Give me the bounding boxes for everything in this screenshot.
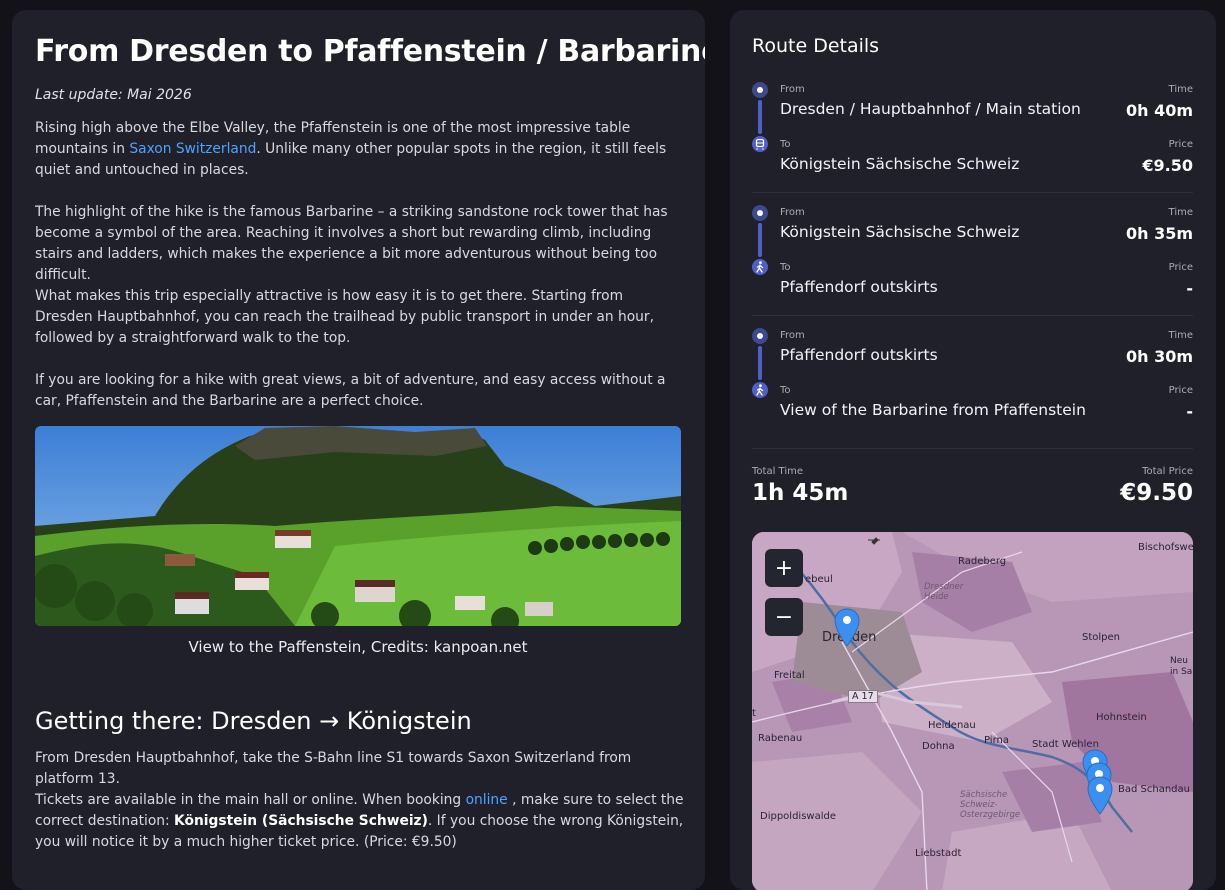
total-price: €9.50 — [1120, 480, 1193, 506]
divider — [752, 192, 1193, 193]
route-leg-3: From Time Pfaffendorf outskirts 0h 30m T… — [752, 326, 1193, 449]
leg-time: 0h 35m — [1125, 224, 1193, 243]
to-label: To — [780, 139, 791, 150]
leg-from: Dresden / Hauptbahnhof / Main station — [780, 100, 1081, 118]
directions-paragraph: From Dresden Hauptbahnhof, take the S-Ba… — [35, 750, 632, 787]
route-line — [758, 100, 762, 134]
destination-marker-icon[interactable] — [1087, 776, 1113, 816]
map-label: Bad Schandau — [1118, 784, 1190, 795]
divider — [752, 315, 1193, 316]
map-label: Dippoldiswalde — [760, 811, 836, 822]
pfaffenstein-photo — [35, 426, 681, 626]
leg-time: 0h 40m — [1125, 101, 1193, 120]
map-label: Radeberg — [958, 556, 1007, 567]
route-line — [758, 223, 762, 257]
price-label: Price — [1168, 262, 1193, 273]
map-label: Dresdner Heide — [924, 582, 964, 602]
section-heading-getting-there: Getting there: Dresden → Königstein — [35, 707, 472, 735]
map-label: Hohnstein — [1096, 712, 1147, 723]
zoom-out-button[interactable]: − — [765, 598, 803, 636]
map-label: t — [752, 708, 756, 719]
to-label: To — [780, 262, 791, 273]
page-title: From Dresden to Pfaffenstein / Barbarine — [35, 34, 705, 69]
total-price-label: Total Price — [1142, 466, 1193, 477]
walk-icon — [752, 259, 768, 275]
route-leg-1: From Time Dresden / Hauptbahnhof / Main … — [752, 80, 1193, 195]
route-line — [758, 346, 762, 380]
route-details-panel: Route Details From Time Dresden / Hauptb… — [730, 10, 1216, 890]
last-update: Last update: Mai 2026 — [35, 87, 192, 103]
map-label: A 17 — [848, 690, 878, 703]
origin-dot-icon — [752, 205, 768, 221]
saxon-switzerland-link[interactable]: Saxon Switzerland — [129, 141, 256, 157]
total-time: 1h 45m — [752, 480, 849, 506]
article-panel: From Dresden to Pfaffenstein / Barbarine… — [12, 10, 705, 890]
walk-icon — [752, 382, 768, 398]
map-label: Dohna — [922, 741, 955, 752]
map-label: Neu in Sa — [1170, 656, 1193, 677]
map-label: Bischofswer — [1138, 542, 1193, 553]
from-label: From — [780, 207, 805, 218]
to-label: To — [780, 385, 791, 396]
time-label: Time — [1168, 330, 1193, 341]
leg-from: Königstein Sächsische Schweiz — [780, 223, 1020, 241]
map-label: Rabenau — [758, 733, 803, 744]
leg-price: - — [1186, 402, 1193, 421]
zoom-in-button[interactable]: + — [765, 549, 803, 587]
map-label: Freital — [774, 670, 805, 681]
price-label: Price — [1168, 139, 1193, 150]
train-icon — [752, 136, 768, 152]
time-label: Time — [1168, 84, 1193, 95]
leg-time: 0h 30m — [1125, 347, 1193, 366]
price-label: Price — [1168, 385, 1193, 396]
photo-caption: View to the Paffenstein, Credits: kanpoa… — [188, 638, 528, 656]
map-label: Sächsische Schweiz-Osterzgebirge — [960, 790, 1021, 820]
origin-dot-icon — [752, 328, 768, 344]
highlight-paragraph: The highlight of the hike is the famous … — [35, 204, 668, 283]
map-label: Pirna — [984, 735, 1009, 746]
from-label: From — [780, 84, 805, 95]
map-label: ebeul — [805, 574, 833, 585]
leg-price: - — [1186, 279, 1193, 298]
map-label: Heidenau — [928, 720, 976, 731]
from-label: From — [780, 330, 805, 341]
start-marker-icon[interactable] — [834, 608, 860, 648]
map-label: Liebstadt — [915, 848, 962, 859]
origin-dot-icon — [752, 82, 768, 98]
tickets-paragraph: Tickets are available in the main hall o… — [35, 792, 684, 850]
route-details-title: Route Details — [752, 35, 880, 57]
leg-price: €9.50 — [1142, 156, 1193, 175]
leg-to: Königstein Sächsische Schweiz — [780, 155, 1020, 173]
divider — [752, 448, 1193, 449]
recommendation-paragraph: If you are looking for a hike with great… — [35, 372, 666, 409]
access-paragraph: What makes this trip especially attracti… — [35, 288, 654, 346]
route-leg-2: From Time Königstein Sächsische Schweiz … — [752, 203, 1193, 318]
total-time-label: Total Time — [752, 466, 804, 477]
leg-to: Pfaffendorf outskirts — [780, 278, 938, 296]
intro-paragraph: Rising high above the Elbe Valley, the P… — [35, 120, 667, 178]
leg-to: View of the Barbarine from Pfaffenstein — [780, 401, 1086, 419]
time-label: Time — [1168, 207, 1193, 218]
route-map[interactable]: + − Bischofswer Radeberg Dresdner Heide … — [752, 532, 1193, 890]
map-label: Stolpen — [1082, 632, 1121, 643]
online-booking-link[interactable]: online — [466, 792, 508, 808]
leg-from: Pfaffendorf outskirts — [780, 346, 938, 364]
